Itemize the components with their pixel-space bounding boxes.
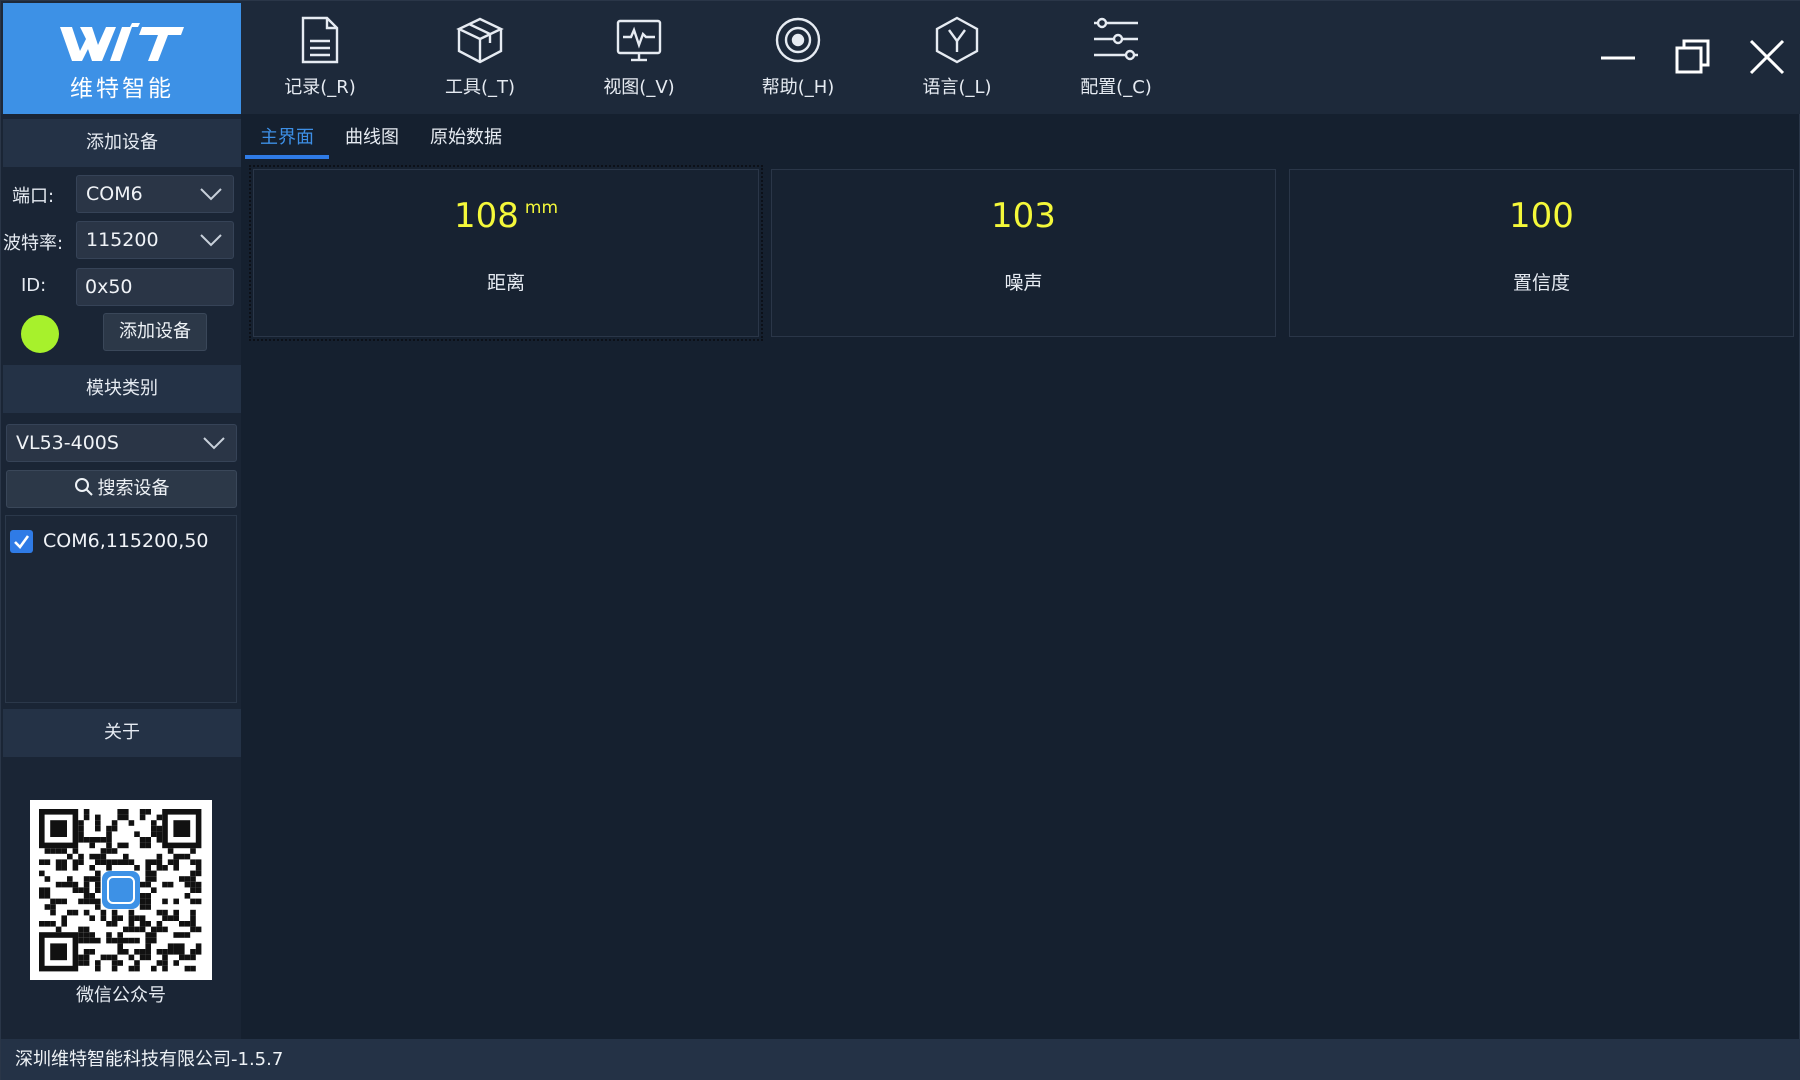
tab-raw-data[interactable]: 原始数据 bbox=[426, 121, 506, 159]
id-input[interactable]: 0x50 bbox=[76, 268, 234, 306]
app-window: 维特智能 记录(_R) 工具(_T) 视图(_V) 帮助(_H) 语言(_L) … bbox=[0, 0, 1800, 1080]
config-menu-button[interactable]: 配置(_C) bbox=[1056, 15, 1176, 105]
tab-curve[interactable]: 曲线图 bbox=[341, 121, 403, 159]
module-type-header: 模块类别 bbox=[3, 365, 241, 413]
language-menu-button[interactable]: 语言(_L) bbox=[897, 15, 1017, 105]
close-icon bbox=[1749, 39, 1785, 75]
distance-value: 108 bbox=[453, 196, 519, 236]
baud-value: 115200 bbox=[86, 229, 159, 251]
chevron-down-icon bbox=[200, 234, 222, 247]
about-header[interactable]: 关于 bbox=[3, 709, 241, 757]
target-icon bbox=[775, 17, 821, 63]
help-menu-button[interactable]: 帮助(_H) bbox=[738, 15, 858, 105]
sliders-icon bbox=[1094, 17, 1138, 61]
status-bar: 深圳维特智能科技有限公司-1.5.7 bbox=[1, 1039, 1800, 1080]
restore-button[interactable] bbox=[1669, 33, 1717, 81]
record-menu-label: 记录(_R) bbox=[284, 77, 356, 98]
device-checkbox[interactable] bbox=[10, 530, 33, 553]
tools-menu-button[interactable]: 工具(_T) bbox=[420, 15, 540, 105]
add-device-button[interactable]: 添加设备 bbox=[103, 313, 207, 351]
brand-logo: 维特智能 bbox=[3, 3, 241, 114]
sidebar: 添加设备 端口: COM6 波特率: 115200 ID: 0x50 添加设备 … bbox=[1, 114, 241, 1039]
chevron-down-icon bbox=[203, 437, 225, 450]
about-label: 关于 bbox=[104, 722, 140, 743]
port-label: 端口: bbox=[12, 186, 55, 207]
wechat-qr-code bbox=[30, 800, 212, 980]
view-menu-label: 视图(_V) bbox=[603, 77, 675, 98]
minimize-button[interactable] bbox=[1594, 33, 1642, 81]
qr-code-icon bbox=[39, 809, 202, 972]
device-list: COM6,115200,50 bbox=[5, 515, 237, 703]
confidence-value: 100 bbox=[1509, 196, 1574, 236]
noise-label: 噪声 bbox=[1004, 272, 1043, 294]
wit-logo-icon bbox=[60, 23, 184, 61]
confidence-label: 置信度 bbox=[1512, 272, 1570, 294]
add-device-header: 添加设备 bbox=[3, 119, 241, 167]
tools-menu-label: 工具(_T) bbox=[444, 77, 516, 98]
hexagon-y-icon bbox=[935, 16, 979, 64]
minimize-icon bbox=[1601, 56, 1635, 60]
box-icon bbox=[456, 17, 504, 64]
distance-card: 108 mm 距离 bbox=[249, 165, 763, 341]
restore-icon bbox=[1675, 39, 1710, 74]
port-value: COM6 bbox=[86, 183, 143, 205]
qr-caption: 微信公众号 bbox=[76, 985, 166, 1006]
close-button[interactable] bbox=[1743, 33, 1791, 81]
port-select[interactable]: COM6 bbox=[76, 175, 234, 213]
view-menu-button[interactable]: 视图(_V) bbox=[579, 15, 699, 105]
help-menu-label: 帮助(_H) bbox=[761, 77, 835, 98]
distance-unit: mm bbox=[524, 198, 559, 218]
baud-select[interactable]: 115200 bbox=[76, 221, 234, 259]
chevron-down-icon bbox=[200, 188, 222, 201]
noise-card: 103 噪声 bbox=[771, 169, 1276, 337]
distance-label: 距离 bbox=[486, 272, 525, 294]
search-icon bbox=[74, 478, 93, 496]
tab-main[interactable]: 主界面 bbox=[245, 121, 329, 159]
module-type-select[interactable]: VL53-400S bbox=[6, 424, 237, 462]
distance-value-row: 108 mm bbox=[254, 196, 758, 236]
noise-value: 103 bbox=[991, 196, 1056, 236]
document-icon bbox=[301, 16, 339, 64]
device-label: COM6,115200,50 bbox=[43, 530, 209, 552]
id-label: ID: bbox=[21, 275, 47, 296]
language-menu-label: 语言(_L) bbox=[922, 77, 992, 98]
connection-status-indicator bbox=[21, 315, 59, 353]
search-device-button[interactable]: 搜索设备 bbox=[6, 470, 237, 508]
waveform-monitor-icon bbox=[616, 19, 662, 62]
module-type-value: VL53-400S bbox=[16, 432, 119, 454]
search-device-label: 搜索设备 bbox=[97, 478, 170, 499]
config-menu-label: 配置(_C) bbox=[1080, 77, 1152, 98]
confidence-card: 100 置信度 bbox=[1289, 169, 1794, 337]
checkmark-icon bbox=[14, 535, 30, 549]
baud-label: 波特率: bbox=[3, 233, 64, 254]
record-menu-button[interactable]: 记录(_R) bbox=[260, 15, 380, 105]
title-bar: 维特智能 记录(_R) 工具(_T) 视图(_V) 帮助(_H) 语言(_L) … bbox=[1, 1, 1800, 114]
logo-subtitle: 维特智能 bbox=[70, 76, 174, 102]
